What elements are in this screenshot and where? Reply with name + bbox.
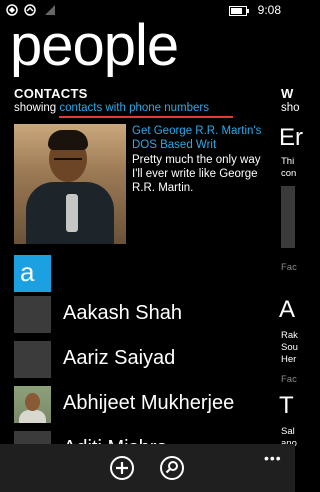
contact-item[interactable]: Aakash Shah [14,296,274,333]
filter-link[interactable]: contacts with phone numbers [59,102,209,114]
filter-prefix: showing [14,102,57,114]
peek-heading-1: Er [279,124,303,151]
peek-heading-3: T [279,392,294,419]
page-title: people [10,13,179,78]
search-button[interactable] [160,456,184,480]
section-heading-contacts: CONTACTS [14,86,88,101]
peek-source: Fac [281,262,297,273]
peek-line: Thi [281,156,295,167]
peek-image [281,186,295,248]
avatar [14,296,51,333]
contact-name: Aakash Shah [63,302,182,324]
app-bar: ••• [0,444,295,492]
feed-item-text: Pretty much the only way I'll ever write… [132,154,261,194]
peek-heading-2: A [279,296,296,323]
whats-new-sub: sho [281,102,300,114]
clock: 9:08 [257,3,281,17]
whats-new-heading[interactable]: W [281,86,293,101]
avatar-photo [14,386,51,423]
peek-line: Rak [281,330,298,341]
plus-icon [116,462,128,474]
peek-line: Her [281,354,297,365]
more-button[interactable]: ••• [264,450,282,466]
contact-item[interactable]: Aariz Saiyad [14,341,274,378]
peek-line: Sou [281,342,298,353]
feed-item-link[interactable]: Get George R.R. Martin's DOS Based Writ [132,124,272,152]
filter-line: showing contacts with phone numbers [14,102,209,114]
contact-item[interactable]: Abhijeet Mukherjee [14,386,274,423]
peek-line: con [281,168,297,179]
feed-photo[interactable] [14,124,126,244]
peek-line: Sal [281,426,295,437]
filter-highlight [59,116,233,118]
battery-icon [229,6,249,16]
search-icon [165,461,178,474]
add-contact-button[interactable] [110,456,134,480]
contact-name: Abhijeet Mukherjee [63,392,235,414]
group-letter-tile[interactable]: a [14,255,51,292]
contact-name: Aariz Saiyad [63,347,176,369]
peek-source: Fac [281,374,297,385]
group-letter: a [20,257,35,287]
avatar [14,341,51,378]
